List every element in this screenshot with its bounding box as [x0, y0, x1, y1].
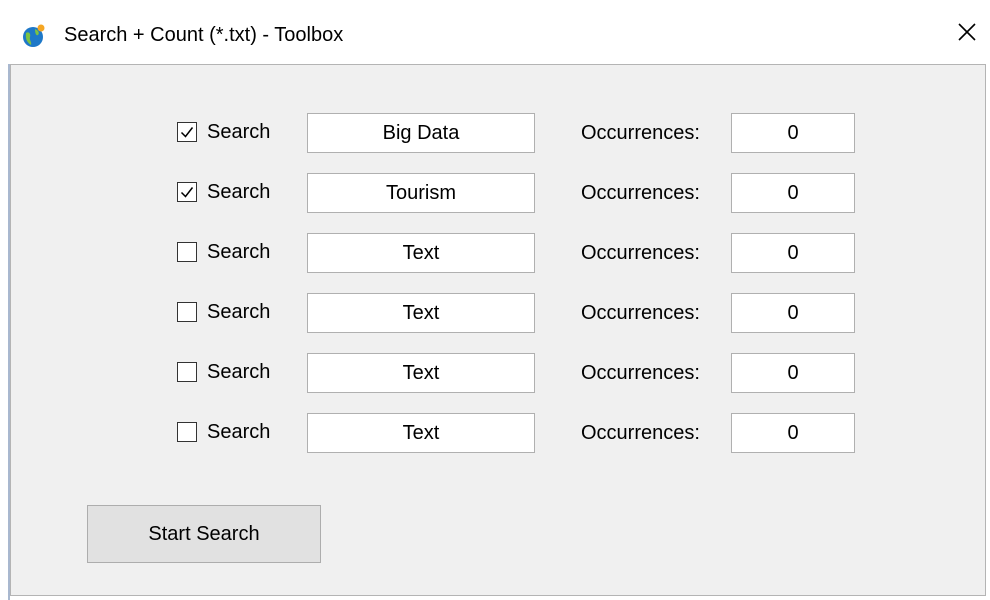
search-checkbox-2[interactable]: [177, 182, 197, 202]
occurrences-count-2: 0: [731, 173, 855, 213]
search-label: Search: [207, 241, 271, 263]
occurrences-count-5: 0: [731, 353, 855, 393]
occurrences-label: Occurrences:: [581, 302, 700, 324]
start-search-button[interactable]: Start Search: [87, 505, 321, 563]
search-label: Search: [207, 361, 271, 383]
close-button[interactable]: [944, 14, 990, 54]
occurrences-label: Occurrences:: [581, 122, 700, 144]
search-checkbox-5[interactable]: [177, 362, 197, 382]
search-row-4: Search Occurrences: 0: [11, 293, 971, 333]
search-checkbox-1[interactable]: [177, 122, 197, 142]
search-label: Search: [207, 181, 271, 203]
occurrences-count-1: 0: [731, 113, 855, 153]
checkmark-icon: [180, 127, 194, 138]
search-term-input-2[interactable]: [307, 173, 535, 213]
title-bar[interactable]: Search + Count (*.txt) - Toolbox: [0, 0, 990, 64]
form-client-area: Search Occurrences: 0 Search Occurrences…: [10, 64, 986, 596]
occurrences-label: Occurrences:: [581, 422, 700, 444]
occurrences-count-6: 0: [731, 413, 855, 453]
search-row-5: Search Occurrences: 0: [11, 353, 971, 393]
search-term-input-3[interactable]: [307, 233, 535, 273]
toolbox-window: Search + Count (*.txt) - Toolbox Search …: [0, 0, 990, 600]
search-row-2: Search Occurrences: 0: [11, 173, 971, 213]
checkmark-icon: [180, 187, 194, 198]
window-title: Search + Count (*.txt) - Toolbox: [64, 24, 344, 46]
search-label: Search: [207, 121, 271, 143]
search-label: Search: [207, 421, 271, 443]
occurrences-label: Occurrences:: [581, 242, 700, 264]
search-checkbox-6[interactable]: [177, 422, 197, 442]
search-row-3: Search Occurrences: 0: [11, 233, 971, 273]
close-icon: [957, 22, 977, 47]
search-term-input-5[interactable]: [307, 353, 535, 393]
search-label: Search: [207, 301, 271, 323]
occurrences-count-3: 0: [731, 233, 855, 273]
occurrences-label: Occurrences:: [581, 362, 700, 384]
occurrences-label: Occurrences:: [581, 182, 700, 204]
search-term-input-1[interactable]: [307, 113, 535, 153]
search-checkbox-3[interactable]: [177, 242, 197, 262]
occurrences-count-4: 0: [731, 293, 855, 333]
search-row-6: Search Occurrences: 0: [11, 413, 971, 453]
globe-icon: [22, 24, 46, 48]
search-checkbox-4[interactable]: [177, 302, 197, 322]
search-term-input-6[interactable]: [307, 413, 535, 453]
search-row-1: Search Occurrences: 0: [11, 113, 971, 153]
search-term-input-4[interactable]: [307, 293, 535, 333]
